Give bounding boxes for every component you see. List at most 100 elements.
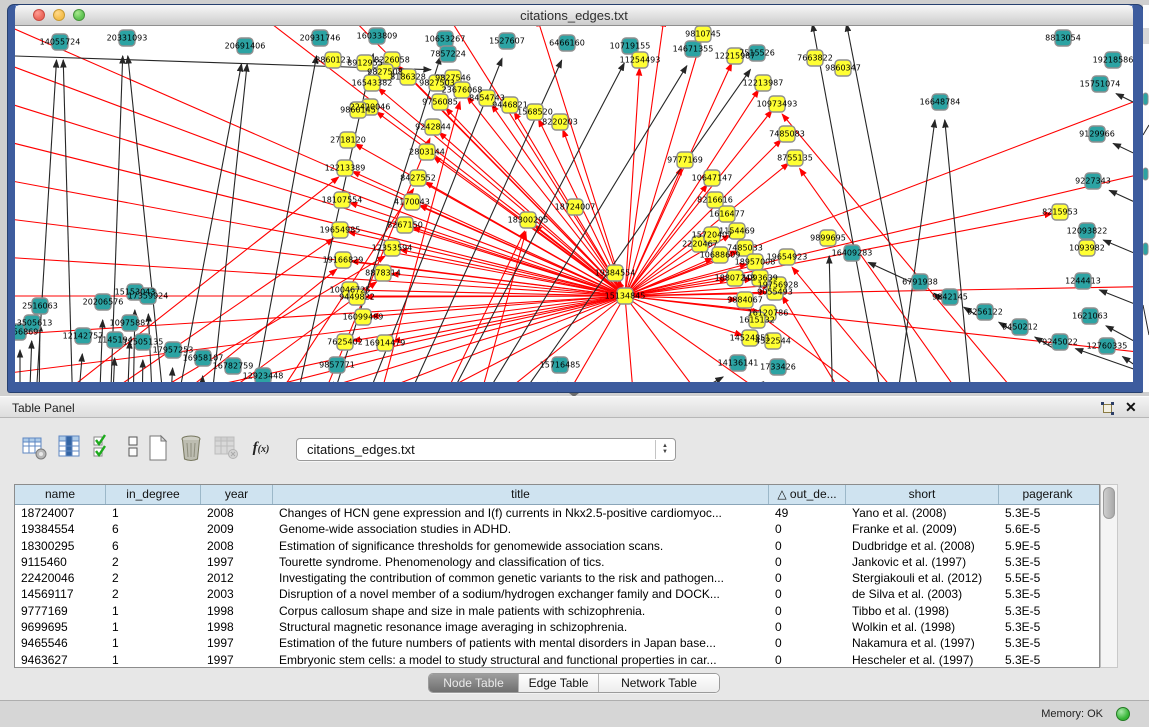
table-row[interactable]: 911546021997Tourette syndrome. Phenomeno… [15,554,1099,570]
table-toolbar: f(x) citations_edges.txt ▲▼ [0,426,1149,472]
graph-node-label: 15134845 [605,292,646,301]
graph-node-label: 18107554 [322,196,363,205]
table-cell: Estimation of the future numbers of pati… [273,635,769,651]
table-selector-combobox[interactable]: citations_edges.txt ▲▼ [296,438,676,461]
graph-node-label: 16782759 [213,362,254,371]
table-cell: 5.3E-5 [999,505,1096,521]
table-cell: 1 [106,505,201,521]
table-panel: Table Panel ✕ [0,396,1149,700]
table-row[interactable]: 1872400712008Changes of HCN gene express… [15,505,1099,521]
graph-node-label: 1568520 [517,108,553,117]
table-row[interactable]: 977716911998Corpus callosum shape and si… [15,603,1099,619]
graph-node-label: 9884067 [727,296,763,305]
column-header-in_degree[interactable]: in_degree [106,485,201,504]
table-cell: Embryonic stem cells: a model to study s… [273,652,769,668]
graph-node-label: 9450212 [1002,323,1038,332]
table-cell: 2008 [201,538,273,554]
scrollbar-thumb[interactable] [1103,487,1115,519]
table-row[interactable]: 1938455462009Genome-wide association stu… [15,521,1099,537]
column-header-pagerank[interactable]: pagerank [999,485,1096,504]
table-cell: 9699695 [15,619,106,635]
function-builder-icon[interactable]: f(x) [246,434,276,464]
new-table-icon[interactable] [143,434,173,464]
network-canvas[interactable]: 1405572420331093206914062093174616033809… [15,26,1133,382]
table-header-row[interactable]: namein_degreeyeartitle△ out_de...shortpa… [15,485,1099,505]
close-panel-icon[interactable]: ✕ [1125,399,1137,416]
table-row[interactable]: 1830029562008Estimation of significance … [15,538,1099,554]
graph-node-label: 4170043 [394,198,430,207]
graph-node-label: 9777169 [667,156,703,165]
graph-node-label: 10975887 [110,319,151,328]
table-cell: Investigating the contribution of common… [273,570,769,586]
table-row[interactable]: 1456911722003Disruption of a novel membe… [15,586,1099,602]
table-cell: 22420046 [15,570,106,586]
column-header-title[interactable]: title [273,485,769,504]
table-cell: Changes of HCN gene expression and I(f) … [273,505,769,521]
graph-node-label: 7485083 [769,130,805,139]
table-cell: Corpus callosum shape and size in male p… [273,603,769,619]
table-cell: 1 [106,652,201,668]
graph-node-label: 8878314 [365,269,401,278]
memory-ok-indicator-icon[interactable] [1116,707,1130,721]
graph-node-label: 1621063 [1072,312,1108,321]
table-row[interactable]: 969969511998Structural magnetic resonanc… [15,619,1099,635]
tab-network-table[interactable]: Network Table [599,674,719,692]
table-cell: 5.3E-5 [999,619,1096,635]
graph-node-label: 9810745 [685,30,721,39]
table-cell: 0 [769,570,846,586]
graph-node-label: 12923448 [243,372,284,381]
select-rows-icon[interactable] [88,434,118,464]
citation-network-graph[interactable]: 1405572420331093206914062093174616033809… [15,26,1133,382]
column-header-out_de[interactable]: △ out_de... [769,485,846,504]
table-cell: 2012 [201,570,273,586]
graph-node-label: 8755135 [777,154,813,163]
graph-node-label: 11156869 [15,328,38,337]
graph-node-label: 16033809 [357,32,398,41]
table-options-icon[interactable] [20,434,50,464]
graph-node-label: 14136141 [718,359,759,368]
graph-node-label: 9756085 [422,98,458,107]
graph-node-label: 8860123 [315,56,351,65]
graph-node-label: 1733426 [760,363,796,372]
table-row[interactable]: 946362711997Embryonic stem cells: a mode… [15,652,1099,668]
graph-node-label: 9256122 [967,308,1003,317]
table-row[interactable]: 946554611997Estimation of the future num… [15,635,1099,651]
table-cell: Structural magnetic resonance image aver… [273,619,769,635]
graph-node-label: 10973493 [757,100,798,109]
column-header-year[interactable]: year [201,485,273,504]
float-panel-icon[interactable] [1101,402,1114,415]
table-cell: 5.6E-5 [999,521,1096,537]
graph-node-label: 8226058 [374,56,410,65]
table-cell: 1997 [201,652,273,668]
table-cell: 2 [106,570,201,586]
column-header-name[interactable]: name [15,485,106,504]
vertical-scrollbar[interactable] [1100,484,1118,668]
graph-node-label: 8267150 [387,221,423,230]
combobox-stepper-icon[interactable]: ▲▼ [655,440,674,459]
table-row[interactable]: 2242004622012Investigating the contribut… [15,570,1099,586]
graph-node-label: 2220467 [682,240,718,249]
combobox-value: citations_edges.txt [307,442,415,457]
table-cell: Wolkin et al. (1998) [846,619,999,635]
graph-node-label: 4522544 [755,337,791,346]
table-cell: 9463627 [15,652,106,668]
table-cell: 6 [106,521,201,537]
table-cell: Estimation of significance thresholds fo… [273,538,769,554]
graph-node-label: 2516063 [22,302,58,311]
table-cell: 19384554 [15,521,106,537]
show-columns-icon[interactable] [55,434,85,464]
delete-table-icon[interactable] [176,434,206,464]
tab-node-table[interactable]: Node Table [429,674,519,692]
window-title: citations_edges.txt [15,8,1133,23]
table-cell: de Silva et al. (2003) [846,586,999,602]
graph-node-label: 16914479 [365,339,406,348]
import-table-icon[interactable] [211,434,241,464]
window-titlebar[interactable]: citations_edges.txt [15,5,1133,26]
tab-edge-table[interactable]: Edge Table [519,674,599,692]
table-cell: 5.3E-5 [999,635,1096,651]
graph-node-label: 20331093 [107,34,148,43]
table-cell: 0 [769,586,846,602]
graph-node-label: 12353594 [372,244,413,253]
column-header-short[interactable]: short [846,485,999,504]
table-panel-titlebar: Table Panel ✕ [0,396,1149,418]
